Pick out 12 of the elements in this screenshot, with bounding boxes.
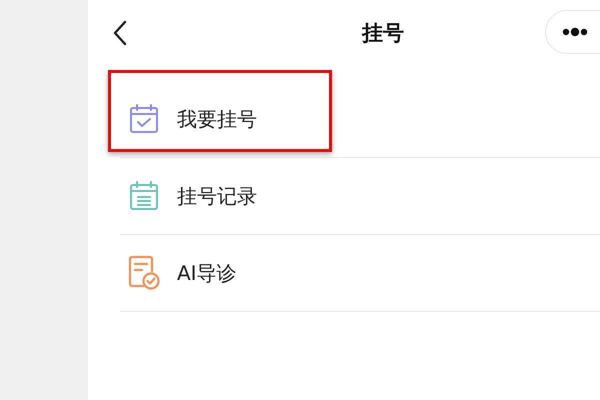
calendar-list-icon bbox=[127, 180, 161, 212]
menu-item[interactable]: AI导诊 bbox=[120, 235, 600, 312]
menu-item[interactable]: 挂号记录 bbox=[120, 158, 600, 235]
menu-item[interactable]: 我要挂号 bbox=[120, 81, 600, 158]
document-check-icon bbox=[127, 255, 161, 291]
menu-item-label: AI导诊 bbox=[177, 260, 237, 286]
menu-item-label: 挂号记录 bbox=[177, 182, 257, 210]
back-icon[interactable] bbox=[112, 20, 128, 46]
page-title: 挂号 bbox=[362, 20, 404, 47]
calendar-check-icon bbox=[127, 103, 161, 135]
menu-item-label: 我要挂号 bbox=[177, 106, 257, 132]
more-icon bbox=[560, 26, 590, 38]
